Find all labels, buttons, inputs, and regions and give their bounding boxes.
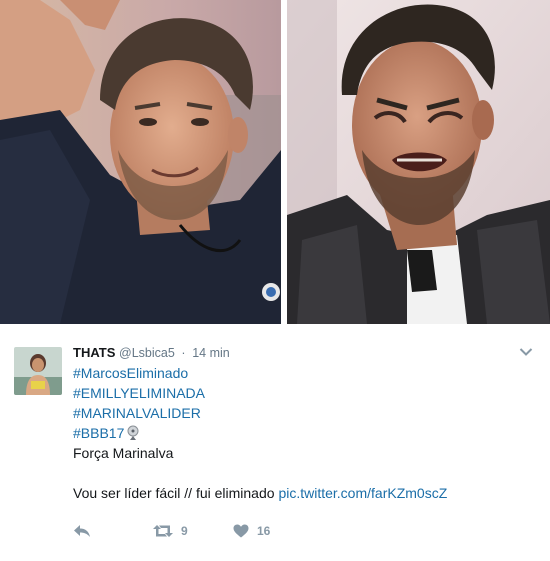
tweet-line: Força Marinalva <box>73 445 174 461</box>
hashtag-link[interactable]: #MARINALVALIDER <box>73 403 533 423</box>
reply-icon <box>74 525 90 537</box>
hashtag-link[interactable]: #BBB17 <box>73 423 124 443</box>
tweet: THATS @Lsbica5 · 14 min #MarcosEliminado… <box>0 325 550 561</box>
media-link[interactable]: pic.twitter.com/farKZm0scZ <box>278 485 447 501</box>
tweet-media[interactable] <box>0 0 550 325</box>
avatar[interactable] <box>14 347 62 395</box>
media-photo-crying[interactable] <box>287 0 550 324</box>
user-handle[interactable]: @Lsbica5 <box>119 346 175 360</box>
retweet-count: 9 <box>181 524 188 538</box>
like-button[interactable]: 16 <box>233 524 313 538</box>
timestamp[interactable]: 14 min <box>192 346 230 360</box>
tweet-line-2: Vou ser líder fácil // fui eliminado pic… <box>73 483 533 503</box>
display-name[interactable]: THATS <box>73 345 115 360</box>
hashtag-link[interactable]: #MarcosEliminado <box>73 363 533 383</box>
heart-icon <box>233 524 249 538</box>
reply-button[interactable] <box>73 524 153 538</box>
retweet-button[interactable]: 9 <box>153 524 233 538</box>
hashtag-link[interactable]: #EMILLYELIMINADA <box>73 383 533 403</box>
retweet-icon <box>153 525 173 537</box>
tweet-header: THATS @Lsbica5 · 14 min <box>73 345 230 361</box>
tweet-text: #MarcosEliminado #EMILLYELIMINADA #MARIN… <box>73 363 533 503</box>
media-photo-smiling[interactable] <box>0 0 281 324</box>
separator-dot: · <box>181 346 186 360</box>
tweet-line-text: Vou ser líder fácil // fui eliminado <box>73 485 279 501</box>
satellite-dish-emoji-icon <box>126 425 140 441</box>
tweet-actions: 9 16 <box>73 522 313 540</box>
like-count: 16 <box>257 524 271 538</box>
chevron-down-icon[interactable] <box>519 347 533 357</box>
hashtag-row: #BBB17 <box>73 423 533 443</box>
